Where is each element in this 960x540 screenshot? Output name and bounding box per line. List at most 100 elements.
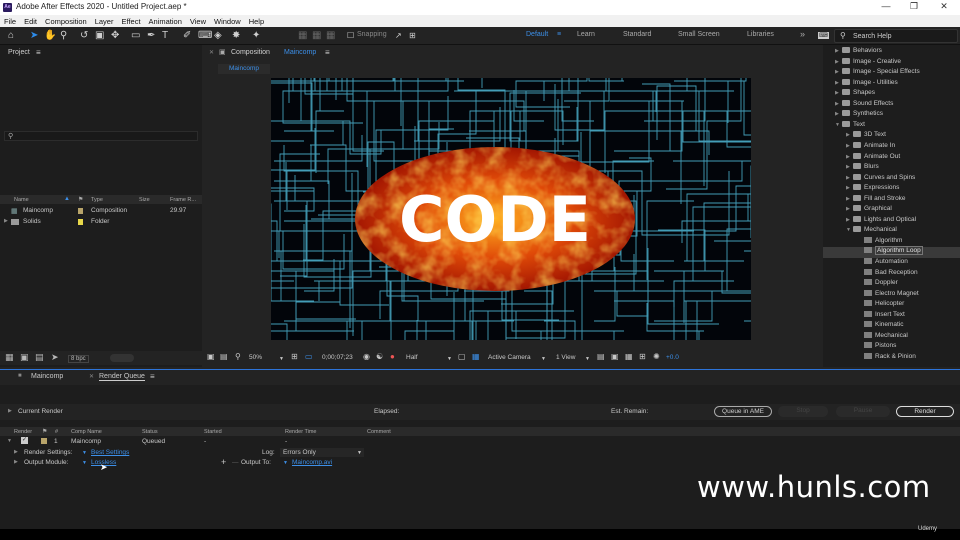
- comp-breadcrumb-tab[interactable]: Maincomp: [218, 64, 270, 74]
- pen-tool-icon[interactable]: ✒: [147, 30, 155, 42]
- column-started[interactable]: Started: [204, 429, 222, 435]
- axis-view-icon[interactable]: ▦: [326, 30, 335, 42]
- panel-menu-icon[interactable]: ≡: [325, 48, 330, 57]
- snapshot-camera-icon[interactable]: ◉: [363, 352, 370, 361]
- expand-arrow-icon[interactable]: ▶: [846, 185, 853, 191]
- chevron-down-icon[interactable]: ▼: [541, 356, 546, 362]
- effects-item[interactable]: ▼ Text: [823, 120, 960, 132]
- snap-grid-icon[interactable]: ⊞: [409, 30, 416, 42]
- toggle-pixel-aspect-icon[interactable]: ▤: [597, 352, 605, 361]
- close-tab-icon[interactable]: ✕: [209, 49, 214, 56]
- project-item-solids[interactable]: ▶ Solids Folder: [0, 217, 202, 228]
- home-icon[interactable]: ⌂: [8, 30, 14, 42]
- show-snapshot-icon[interactable]: ☯: [376, 352, 383, 361]
- composition-viewer[interactable]: CODE: [271, 78, 751, 340]
- eraser-tool-icon[interactable]: ◈: [214, 30, 222, 42]
- label-color-swatch[interactable]: [41, 438, 47, 444]
- effects-item[interactable]: ▶ Blurs: [823, 163, 960, 174]
- axis-local-icon[interactable]: ▦: [298, 30, 307, 42]
- workspace-default[interactable]: Default: [526, 31, 548, 38]
- menu-help[interactable]: Help: [249, 17, 264, 26]
- expand-arrow-icon[interactable]: ▶: [835, 59, 842, 65]
- column-render[interactable]: Render: [14, 429, 32, 435]
- effects-item[interactable]: ▶ Animate Out: [823, 152, 960, 164]
- expand-arrow-icon[interactable]: ▶: [846, 196, 853, 202]
- effects-item[interactable]: ▶ Fill and Stroke: [823, 194, 960, 206]
- expand-arrow-icon[interactable]: ▶: [835, 48, 842, 54]
- workspace-libraries[interactable]: Libraries: [747, 31, 774, 38]
- search-help-toggle-icon[interactable]: ⌨: [818, 32, 829, 39]
- composition-panel-name[interactable]: Maincomp: [284, 49, 316, 56]
- effects-item[interactable]: ▶ Expressions: [823, 184, 960, 195]
- snap-edges-icon[interactable]: ↗: [395, 30, 402, 42]
- menu-composition[interactable]: Composition: [45, 17, 87, 26]
- column-status[interactable]: Status: [142, 429, 158, 435]
- label-tag-icon[interactable]: ⚑: [42, 428, 47, 435]
- expand-arrow-icon[interactable]: ▶: [14, 449, 18, 455]
- render-checkbox[interactable]: ✓: [21, 437, 28, 444]
- column-size[interactable]: Size: [139, 197, 150, 203]
- expand-arrow-icon[interactable]: ▶: [846, 132, 853, 138]
- remove-output-module-icon[interactable]: —: [232, 459, 239, 466]
- expand-arrow-icon[interactable]: ▶: [14, 459, 18, 465]
- maximize-icon[interactable]: ❐: [904, 1, 924, 12]
- effects-item[interactable]: ▶ Lights and Optical: [823, 215, 960, 227]
- column-type[interactable]: Type: [91, 197, 103, 203]
- label-color-swatch[interactable]: [78, 208, 83, 214]
- close-icon[interactable]: ✕: [934, 1, 954, 12]
- expand-arrow-icon[interactable]: ▶: [846, 175, 853, 181]
- effects-item[interactable]: Mechanical: [823, 331, 960, 343]
- effects-item[interactable]: Pistons: [823, 342, 960, 353]
- type-tool-icon[interactable]: T: [162, 30, 168, 42]
- menu-effect[interactable]: Effect: [121, 17, 140, 26]
- lock-icon[interactable]: ▣: [219, 48, 226, 56]
- expand-arrow-icon[interactable]: ▶: [846, 164, 853, 170]
- collapse-arrow-icon[interactable]: ▼: [835, 122, 842, 128]
- effects-item[interactable]: ▶ Behaviors: [823, 47, 960, 58]
- flowchart-icon[interactable]: ⊞: [639, 352, 646, 361]
- effects-item[interactable]: ▶ Curves and Spins: [823, 173, 960, 185]
- hand-tool-icon[interactable]: ✋: [44, 30, 56, 42]
- effects-item[interactable]: ▶ Image - Special Effects: [823, 68, 960, 79]
- effects-item[interactable]: Electro Magnet: [823, 289, 960, 301]
- axis-world-icon[interactable]: ▦: [312, 30, 321, 42]
- effects-item[interactable]: ▶ Image - Creative: [823, 57, 960, 69]
- effects-item[interactable]: Rack & Pinion: [823, 352, 960, 364]
- stop-button[interactable]: Stop: [778, 406, 828, 417]
- effects-item[interactable]: Doppler: [823, 279, 960, 290]
- thumbnail-transparency-toggle[interactable]: [110, 354, 134, 362]
- resolution-grid-icon[interactable]: ⊞: [291, 352, 298, 361]
- menu-view[interactable]: View: [190, 17, 206, 26]
- panel-menu-icon[interactable]: ≡: [150, 372, 155, 381]
- effects-item[interactable]: ▶ Graphical: [823, 205, 960, 216]
- exposure-value[interactable]: +0.0: [666, 354, 679, 361]
- chevron-down-icon[interactable]: ▼: [447, 356, 452, 362]
- panel-menu-icon[interactable]: ≡: [36, 48, 41, 57]
- workspace-overflow-icon[interactable]: »: [800, 29, 805, 39]
- chevron-down-icon[interactable]: ▼: [585, 356, 590, 362]
- effects-item[interactable]: Kinematic: [823, 321, 960, 332]
- expand-arrow-icon[interactable]: ▶: [835, 80, 842, 86]
- transparency-grid-icon[interactable]: ▦: [472, 352, 480, 361]
- chevron-down-icon[interactable]: ▼: [82, 460, 87, 466]
- expand-arrow-icon[interactable]: ▶: [846, 217, 853, 223]
- bpc-button[interactable]: 8 bpc: [68, 355, 89, 363]
- menu-file[interactable]: File: [4, 17, 16, 26]
- chevron-down-icon[interactable]: ▼: [279, 356, 284, 362]
- expand-arrow-icon[interactable]: ▶: [835, 111, 842, 117]
- column-render-time[interactable]: Render Time: [285, 429, 317, 435]
- effects-item[interactable]: ▶ 3D Text: [823, 131, 960, 142]
- label-tag-icon[interactable]: ⚑: [78, 196, 83, 203]
- effects-item[interactable]: ▶ Animate In: [823, 141, 960, 153]
- effects-item[interactable]: ▶ Image - Utilities: [823, 78, 960, 90]
- menu-window[interactable]: Window: [214, 17, 241, 26]
- effects-item[interactable]: Automation: [823, 258, 960, 269]
- expand-arrow-icon[interactable]: ▶: [846, 154, 853, 160]
- menu-animation[interactable]: Animation: [149, 17, 182, 26]
- workspace-learn[interactable]: Learn: [577, 31, 595, 38]
- chevron-down-icon[interactable]: ▼: [357, 450, 362, 456]
- menu-layer[interactable]: Layer: [95, 17, 114, 26]
- workspace-small-screen[interactable]: Small Screen: [678, 31, 720, 38]
- workspace-menu-icon[interactable]: ≡: [557, 31, 561, 38]
- resolution-dropdown[interactable]: Half: [406, 354, 418, 361]
